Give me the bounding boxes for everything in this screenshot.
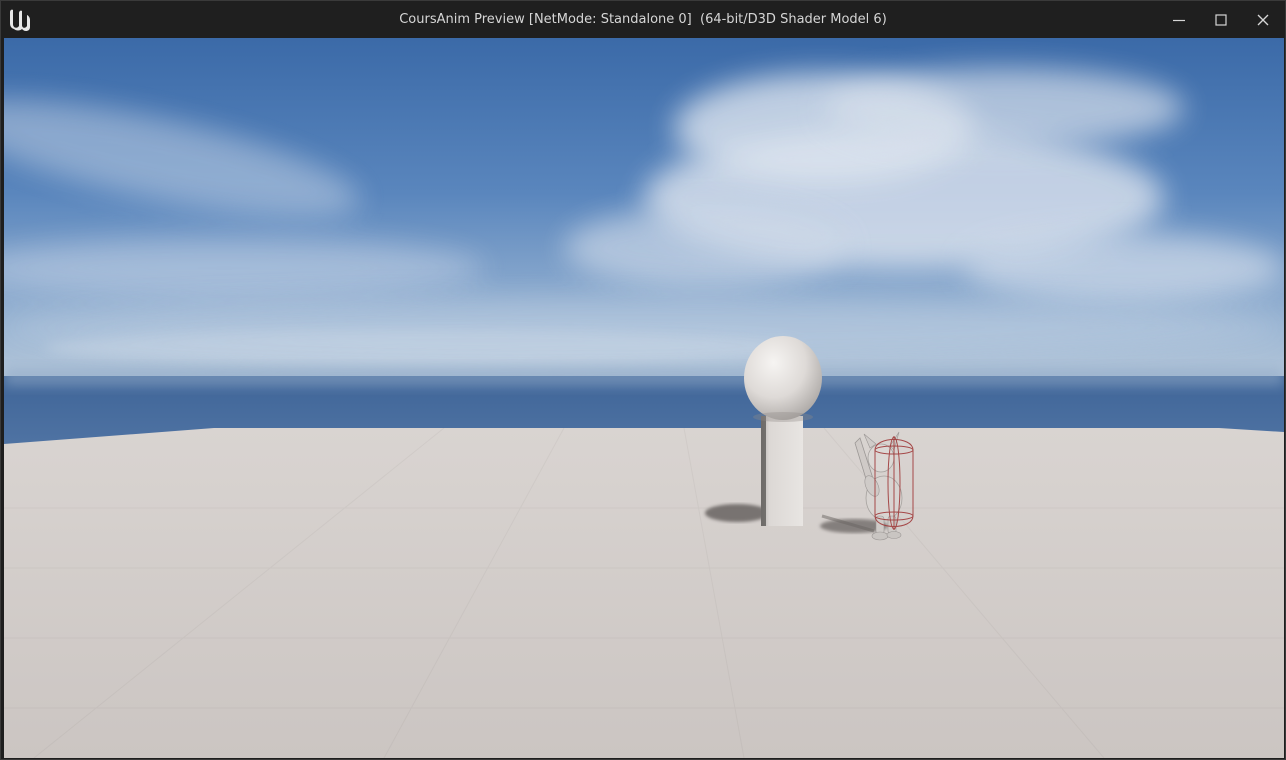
game-preview-window: CoursAnim Preview [NetMode: Standalone 0… [0, 0, 1286, 760]
window-title: CoursAnim Preview [NetMode: Standalone 0… [399, 12, 887, 27]
minimize-button[interactable] [1158, 1, 1200, 38]
minimize-icon [1173, 19, 1185, 22]
sphere [744, 336, 822, 420]
scene-render [4, 38, 1284, 758]
maximize-button[interactable] [1200, 1, 1242, 38]
pillar [761, 416, 803, 526]
title-bar[interactable]: CoursAnim Preview [NetMode: Standalone 0… [1, 1, 1285, 38]
close-button[interactable] [1242, 1, 1284, 38]
game-viewport[interactable] [4, 38, 1284, 758]
maximize-icon [1215, 14, 1227, 26]
close-icon [1257, 14, 1269, 26]
pillar-shadow [705, 504, 769, 522]
unreal-engine-logo-icon[interactable] [7, 7, 33, 33]
